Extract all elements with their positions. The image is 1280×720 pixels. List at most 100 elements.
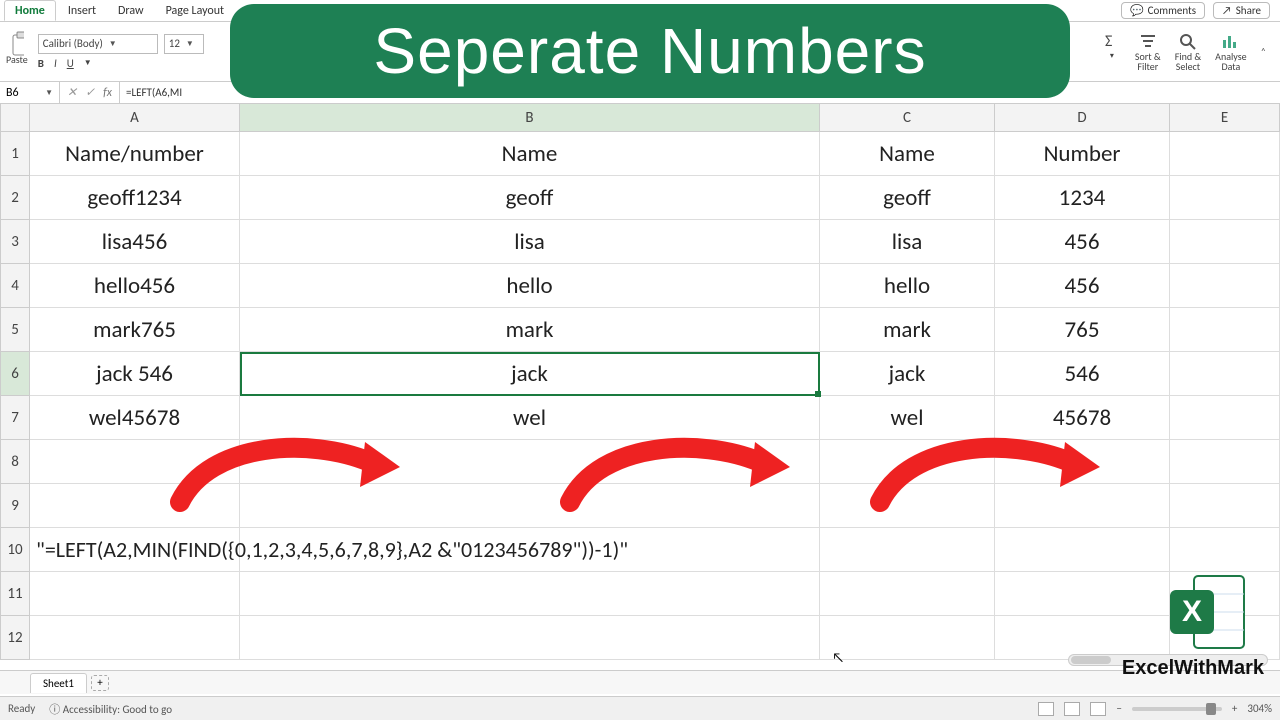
cell[interactable] bbox=[1170, 220, 1280, 264]
row-header[interactable]: 11 bbox=[0, 572, 30, 616]
underline-button[interactable]: U bbox=[67, 57, 74, 70]
col-header-A[interactable]: A bbox=[30, 104, 240, 132]
cell[interactable] bbox=[1170, 176, 1280, 220]
cell[interactable] bbox=[1170, 528, 1280, 572]
cell[interactable]: Name/number bbox=[30, 132, 240, 176]
zoom-level[interactable]: 304% bbox=[1247, 702, 1272, 715]
row-header[interactable]: 5 bbox=[0, 308, 30, 352]
cell[interactable] bbox=[30, 572, 240, 616]
cell[interactable]: geoff bbox=[240, 176, 820, 220]
tab-insert[interactable]: Insert bbox=[58, 1, 106, 20]
row-header[interactable]: 1 bbox=[0, 132, 30, 176]
name-box[interactable]: B6 ▼ bbox=[0, 82, 60, 103]
cell[interactable]: lisa bbox=[240, 220, 820, 264]
cell[interactable] bbox=[995, 572, 1170, 616]
analyse-data-button[interactable]: Analyse Data bbox=[1215, 32, 1246, 72]
cell[interactable] bbox=[1170, 440, 1280, 484]
zoom-slider[interactable] bbox=[1132, 707, 1222, 711]
select-all-corner[interactable] bbox=[0, 104, 30, 132]
row-header[interactable]: 8 bbox=[0, 440, 30, 484]
cell[interactable] bbox=[1170, 352, 1280, 396]
tab-page-layout[interactable]: Page Layout bbox=[156, 1, 234, 20]
sheet-tab[interactable]: Sheet1 bbox=[30, 673, 87, 693]
row-header[interactable]: 4 bbox=[0, 264, 30, 308]
col-header-D[interactable]: D bbox=[995, 104, 1170, 132]
comments-button[interactable]: 💬 Comments bbox=[1121, 2, 1205, 19]
row-header[interactable]: 2 bbox=[0, 176, 30, 220]
cell[interactable]: 456 bbox=[995, 220, 1170, 264]
cell[interactable]: Name bbox=[240, 132, 820, 176]
italic-button[interactable]: I bbox=[54, 57, 57, 70]
cell[interactable]: jack 546 bbox=[30, 352, 240, 396]
cell[interactable] bbox=[820, 528, 995, 572]
cell[interactable]: lisa bbox=[820, 220, 995, 264]
autosum-button[interactable]: Σ ▾ bbox=[1103, 32, 1121, 60]
view-page-layout-button[interactable] bbox=[1064, 702, 1080, 716]
confirm-icon[interactable]: ✓ bbox=[85, 85, 95, 100]
tab-draw[interactable]: Draw bbox=[108, 1, 154, 20]
zoom-out-button[interactable]: − bbox=[1116, 702, 1121, 715]
cell[interactable] bbox=[1170, 308, 1280, 352]
zoom-in-button[interactable]: + bbox=[1232, 702, 1237, 715]
col-header-B[interactable]: B bbox=[240, 104, 820, 132]
cell[interactable]: Number bbox=[995, 132, 1170, 176]
cell[interactable]: 1234 bbox=[995, 176, 1170, 220]
cell[interactable]: "=LEFT(A2,MIN(FIND({0,1,2,3,4,5,6,7,8,9}… bbox=[30, 528, 240, 572]
collapse-ribbon-icon[interactable]: ˄ bbox=[1261, 45, 1266, 58]
view-normal-button[interactable] bbox=[1038, 702, 1054, 716]
cell[interactable]: lisa456 bbox=[30, 220, 240, 264]
arrow-icon bbox=[870, 432, 1100, 512]
row-header[interactable]: 12 bbox=[0, 616, 30, 660]
cell[interactable] bbox=[1170, 484, 1280, 528]
tab-home[interactable]: Home bbox=[4, 0, 56, 21]
find-select-label: Find & Select bbox=[1175, 52, 1201, 72]
sort-filter-button[interactable]: Sort & Filter bbox=[1135, 32, 1161, 72]
view-page-break-button[interactable] bbox=[1090, 702, 1106, 716]
cell-selected[interactable]: jack bbox=[240, 352, 820, 396]
font-name-select[interactable]: Calibri (Body)▼ bbox=[38, 34, 158, 54]
share-button[interactable]: ↗ Share bbox=[1213, 2, 1270, 19]
cell[interactable]: 456 bbox=[995, 264, 1170, 308]
cell[interactable]: jack bbox=[820, 352, 995, 396]
row-header[interactable]: 7 bbox=[0, 396, 30, 440]
row-header[interactable]: 10 bbox=[0, 528, 30, 572]
cell[interactable]: mark765 bbox=[30, 308, 240, 352]
cell[interactable] bbox=[1170, 396, 1280, 440]
chevron-down-icon[interactable]: ▼ bbox=[84, 58, 92, 68]
cell[interactable] bbox=[240, 572, 820, 616]
cell[interactable] bbox=[1170, 132, 1280, 176]
row-header[interactable]: 9 bbox=[0, 484, 30, 528]
cell[interactable]: hello456 bbox=[30, 264, 240, 308]
add-sheet-button[interactable]: + bbox=[91, 675, 109, 691]
cell[interactable] bbox=[30, 616, 240, 660]
cell[interactable]: geoff bbox=[820, 176, 995, 220]
cell[interactable] bbox=[820, 572, 995, 616]
bold-button[interactable]: B bbox=[38, 57, 44, 70]
find-select-button[interactable]: Find & Select bbox=[1175, 32, 1201, 72]
row-header[interactable]: 3 bbox=[0, 220, 30, 264]
cell[interactable]: hello bbox=[240, 264, 820, 308]
fx-icon[interactable]: fx bbox=[103, 86, 112, 100]
cell[interactable]: 765 bbox=[995, 308, 1170, 352]
cell[interactable] bbox=[1170, 264, 1280, 308]
cell[interactable] bbox=[820, 616, 995, 660]
paste-button[interactable]: Paste bbox=[6, 37, 28, 66]
comments-label: Comments bbox=[1148, 4, 1196, 17]
cell[interactable]: mark bbox=[240, 308, 820, 352]
cell[interactable]: mark bbox=[820, 308, 995, 352]
cell[interactable]: geoff1234 bbox=[30, 176, 240, 220]
cell[interactable]: 546 bbox=[995, 352, 1170, 396]
col-header-E[interactable]: E bbox=[1170, 104, 1280, 132]
cell[interactable] bbox=[240, 616, 820, 660]
cell[interactable] bbox=[240, 528, 820, 572]
cell[interactable]: hello bbox=[820, 264, 995, 308]
font-size-select[interactable]: 12▼ bbox=[164, 34, 204, 54]
cell[interactable] bbox=[995, 528, 1170, 572]
col-header-C[interactable]: C bbox=[820, 104, 995, 132]
row-header[interactable]: 6 bbox=[0, 352, 30, 396]
cancel-icon[interactable]: ✕ bbox=[67, 85, 77, 100]
formula-input[interactable]: =LEFT(A6,MI bbox=[120, 86, 188, 99]
accessibility-status: ⓘ Accessibility: Good to go bbox=[49, 701, 172, 717]
sort-icon bbox=[1138, 32, 1158, 50]
cell[interactable]: Name bbox=[820, 132, 995, 176]
